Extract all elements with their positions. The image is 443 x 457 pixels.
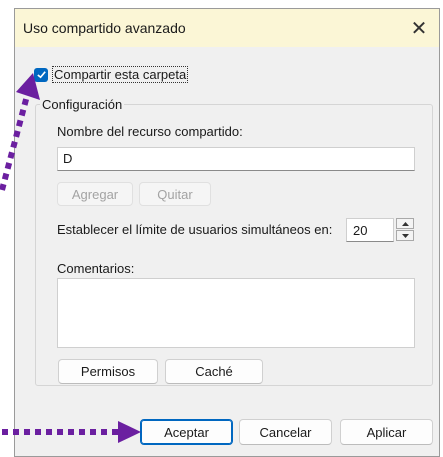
user-limit-input[interactable]: 20 xyxy=(346,218,394,242)
comments-label: Comentarios: xyxy=(57,261,135,276)
permissions-button[interactable]: Permisos xyxy=(58,359,158,384)
title-bar: Uso compartido avanzado ✕ xyxy=(15,9,439,47)
share-name-label: Nombre del recurso compartido: xyxy=(57,124,243,139)
close-icon[interactable]: ✕ xyxy=(399,9,439,47)
ok-button[interactable]: Aceptar xyxy=(140,419,233,445)
checkmark-icon xyxy=(36,71,46,79)
remove-button[interactable]: Quitar xyxy=(139,182,211,206)
share-folder-checkbox-row[interactable]: Compartir esta carpeta xyxy=(34,66,189,83)
share-folder-label[interactable]: Compartir esta carpeta xyxy=(52,66,189,83)
spin-down-icon[interactable] xyxy=(396,230,414,241)
configuration-legend: Configuración xyxy=(40,97,125,112)
dialog-title: Uso compartido avanzado xyxy=(23,20,186,36)
spin-up-icon[interactable] xyxy=(396,218,414,229)
share-folder-checkbox[interactable] xyxy=(34,67,48,82)
user-limit-label: Establecer el límite de usuarios simultá… xyxy=(57,222,333,237)
add-button[interactable]: Agregar xyxy=(57,182,133,206)
spinner-buttons xyxy=(396,218,414,242)
share-name-input[interactable]: D xyxy=(57,147,415,171)
comments-textarea[interactable] xyxy=(57,278,415,348)
apply-button[interactable]: Aplicar xyxy=(340,419,433,445)
user-limit-spinner[interactable]: 20 xyxy=(346,218,414,242)
cache-button[interactable]: Caché xyxy=(165,359,263,384)
cancel-button[interactable]: Cancelar xyxy=(239,419,332,445)
